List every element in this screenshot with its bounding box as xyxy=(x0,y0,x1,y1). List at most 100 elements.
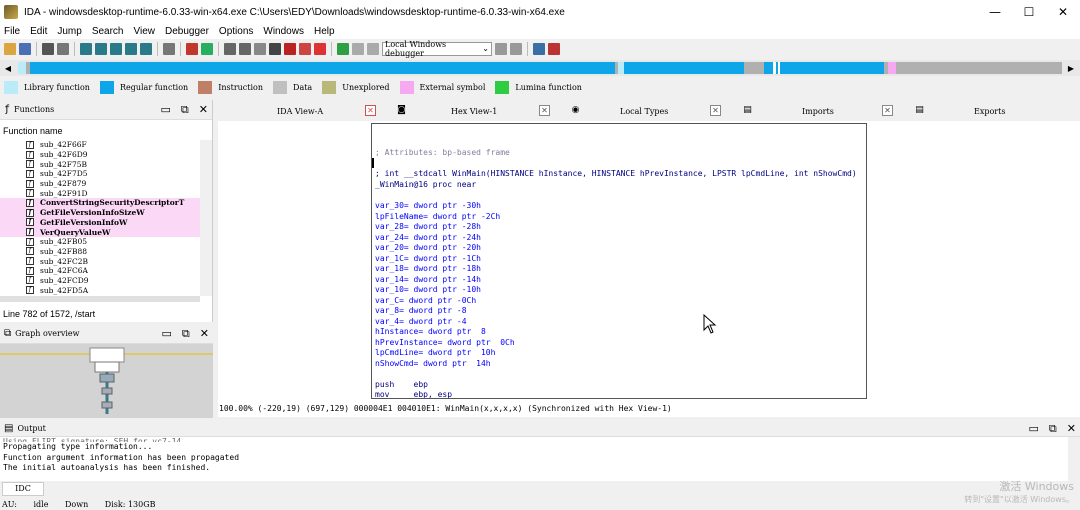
function-row[interactable]: f sub_42FB88 xyxy=(0,247,200,257)
proximity-icon[interactable] xyxy=(201,42,213,55)
function-row[interactable]: f sub_42FC2B xyxy=(0,256,200,266)
float-panel-icon[interactable]: ⧉ xyxy=(1049,422,1057,436)
pause-icon[interactable] xyxy=(352,42,364,55)
list-icon[interactable] xyxy=(533,42,545,55)
debugger-options-icon[interactable] xyxy=(495,42,507,55)
menu-options[interactable]: Options xyxy=(219,26,259,37)
disasm-line[interactable]: var_28= dword ptr -28h xyxy=(375,222,481,231)
minimize-panel-icon[interactable]: ▭ xyxy=(161,103,171,117)
function-row[interactable]: f sub_42FB05 xyxy=(0,237,200,247)
debugger-attach-icon[interactable] xyxy=(510,42,522,55)
disasm-line[interactable]: _WinMain@16 proc near xyxy=(375,180,476,189)
nav-right-arrow-icon[interactable]: ▶ xyxy=(1066,62,1076,74)
minimize-button[interactable]: — xyxy=(978,0,1012,24)
code-icon[interactable] xyxy=(80,42,92,55)
function-row[interactable]: f ConvertStringSecurityDescriptorT xyxy=(0,198,200,208)
navigation-strip[interactable] xyxy=(18,62,1062,74)
menu-view[interactable]: View xyxy=(134,26,162,37)
function-row[interactable]: f sub_42F75B xyxy=(0,159,200,169)
maximize-button[interactable]: ☐ xyxy=(1012,0,1046,24)
disasm-line[interactable]: var_1C= dword ptr -1Ch xyxy=(375,254,481,263)
function-row[interactable]: f sub_42F6D9 xyxy=(0,150,200,160)
disasm-line[interactable]: hPrevInstance= dword ptr 0Ch xyxy=(375,338,515,347)
back-icon[interactable] xyxy=(42,42,54,55)
text-icon[interactable] xyxy=(163,42,175,55)
array-icon[interactable] xyxy=(125,42,137,55)
save-icon[interactable] xyxy=(19,42,31,55)
list-remove-icon[interactable] xyxy=(548,42,560,55)
close-panel-icon[interactable]: ✕ xyxy=(199,103,208,117)
open-icon[interactable] xyxy=(4,42,16,55)
disasm-line[interactable]: lpFileName= dword ptr -2Ch xyxy=(375,212,500,221)
disasm-line[interactable]: hInstance= dword ptr 8 xyxy=(375,327,486,336)
menu-debugger[interactable]: Debugger xyxy=(165,26,215,37)
breakpoint-icon[interactable] xyxy=(284,42,296,55)
function-row[interactable]: f sub_42F91D xyxy=(0,188,200,198)
output-log[interactable]: Using FLIRT signature: SEH for vc7-14 Pr… xyxy=(0,437,1066,481)
disasm-line[interactable]: lpCmdLine= dword ptr 10h xyxy=(375,348,495,357)
function-row[interactable]: f sub_42FCD9 xyxy=(0,276,200,286)
disasm-line[interactable]: var_24= dword ptr -24h xyxy=(375,233,481,242)
tab-hex-view-1[interactable]: ◙ Hex View-1 ✕ xyxy=(394,101,554,121)
function-row[interactable]: f VerQueryValueW xyxy=(0,227,200,237)
disasm-line[interactable]: nShowCmd= dword ptr 14h xyxy=(375,359,491,368)
menu-windows[interactable]: Windows xyxy=(263,26,310,37)
close-tab-icon[interactable]: ✕ xyxy=(365,105,376,116)
function-row[interactable]: f GetFileVersionInfoSizeW xyxy=(0,207,200,218)
tab-local-types[interactable]: ◉ Local Types ✕ xyxy=(568,101,728,121)
patch-icon[interactable] xyxy=(299,42,311,55)
segment-icon[interactable] xyxy=(269,42,281,55)
float-panel-icon[interactable]: ⧉ xyxy=(182,327,190,341)
disasm-line[interactable]: var_30= dword ptr -30h xyxy=(375,201,481,210)
menu-edit[interactable]: Edit xyxy=(30,26,53,37)
disasm-line[interactable]: var_C= dword ptr -0Ch xyxy=(375,296,476,305)
disasm-line[interactable]: var_4= dword ptr -4 xyxy=(375,317,467,326)
function-row[interactable]: f sub_42FC6A xyxy=(0,266,200,276)
disasm-line[interactable]: ; int __stdcall WinMain(HINSTANCE hInsta… xyxy=(375,169,857,178)
tab-ida-view-a[interactable]: IDA View-A ✕ xyxy=(218,101,388,121)
navigation-band[interactable]: ◀ ▶ xyxy=(0,60,1080,76)
debugger-select[interactable]: Local Windows debugger ⌄ xyxy=(382,40,492,58)
enum-icon[interactable] xyxy=(239,42,251,55)
stop-icon[interactable] xyxy=(367,42,379,55)
function-row[interactable]: f sub_42F66F xyxy=(0,140,200,150)
tab-exports[interactable]: ▤ Exports xyxy=(912,101,1078,121)
float-panel-icon[interactable]: ⧉ xyxy=(181,103,189,117)
forward-icon[interactable] xyxy=(57,42,69,55)
close-tab-icon[interactable]: ✕ xyxy=(882,105,893,116)
close-tab-icon[interactable]: ✕ xyxy=(539,105,550,116)
data-icon[interactable] xyxy=(95,42,107,55)
function-list-scrollbar[interactable] xyxy=(200,140,212,296)
undefine-icon[interactable] xyxy=(140,42,152,55)
close-panel-icon[interactable]: ✕ xyxy=(200,327,209,341)
nav-left-arrow-icon[interactable]: ◀ xyxy=(3,62,13,74)
disassembly-listing[interactable]: ; Attributes: bp-based frame ; int __std… xyxy=(371,123,867,399)
disasm-line[interactable]: var_10= dword ptr -10h xyxy=(375,285,481,294)
graph-icon[interactable] xyxy=(186,42,198,55)
minimize-panel-icon[interactable]: ▭ xyxy=(162,327,172,341)
function-row[interactable]: f sub_42F879 xyxy=(0,179,200,189)
disasm-line[interactable]: var_8= dword ptr -8 xyxy=(375,306,467,315)
output-scrollbar[interactable] xyxy=(1068,437,1080,481)
disasm-line[interactable]: var_20= dword ptr -20h xyxy=(375,243,481,252)
disasm-line[interactable]: mov ebp, esp xyxy=(375,390,452,398)
graph-overview-canvas[interactable] xyxy=(0,344,213,418)
minimize-panel-icon[interactable]: ▭ xyxy=(1029,422,1039,436)
struct-icon[interactable] xyxy=(224,42,236,55)
disasm-line[interactable]: var_14= dword ptr -14h xyxy=(375,275,481,284)
disasm-line[interactable]: var_18= dword ptr -18h xyxy=(375,264,481,273)
close-panel-icon[interactable]: ✕ xyxy=(1067,422,1076,436)
close-tab-icon[interactable]: ✕ xyxy=(710,105,721,116)
function-list-hscrollbar[interactable] xyxy=(0,296,200,302)
function-row[interactable]: f sub_42FD5A xyxy=(0,285,200,295)
idc-button[interactable]: IDC xyxy=(2,482,44,496)
disasm-line[interactable]: push ebp xyxy=(375,380,428,389)
disasm-line[interactable]: ; Attributes: bp-based frame xyxy=(375,148,510,157)
menu-search[interactable]: Search xyxy=(92,26,130,37)
function-row[interactable]: f sub_42F7D5 xyxy=(0,169,200,179)
tab-imports[interactable]: ▤ Imports ✕ xyxy=(740,101,900,121)
menu-jump[interactable]: Jump xyxy=(57,26,87,37)
string-icon[interactable] xyxy=(110,42,122,55)
func-icon[interactable] xyxy=(254,42,266,55)
ida-view-a[interactable]: ; Attributes: bp-based frame ; int __std… xyxy=(218,121,1080,417)
